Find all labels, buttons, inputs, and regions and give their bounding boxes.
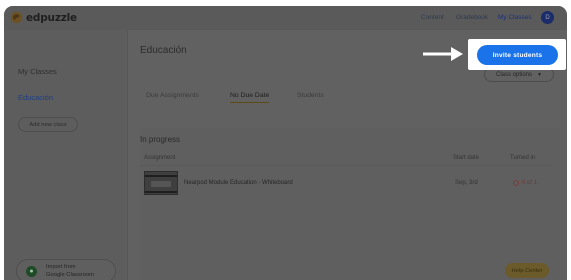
progress-ring-icon <box>513 180 519 186</box>
column-header-start-date: Start date <box>453 155 480 161</box>
tab-due-assignments[interactable]: Due Assignments <box>146 92 199 102</box>
column-header-turned-in: Turned in <box>510 155 536 161</box>
nav-content[interactable]: Content <box>421 14 444 21</box>
add-new-class-button[interactable]: Add new class <box>18 117 78 132</box>
nav-my-classes[interactable]: My Classes <box>498 14 532 21</box>
pointer-arrow-icon <box>423 47 463 61</box>
tab-no-due-date[interactable]: No Due Date <box>230 92 270 103</box>
help-center-button[interactable]: Help Center <box>505 263 549 278</box>
sidebar-item-educacion[interactable]: Educación <box>18 93 53 102</box>
import-label: Import from Google Classroom <box>46 263 94 279</box>
avatar[interactable]: D <box>541 11 554 24</box>
turned-in-value: 0 of 1 <box>513 180 537 186</box>
turned-in-count: 0 of 1 <box>522 180 538 186</box>
top-navigation: edpuzzle Content Gradebook My Classes D <box>4 6 567 30</box>
google-classroom-icon: ● <box>26 265 37 277</box>
chevron-down-icon: ▼ <box>537 71 542 78</box>
logo[interactable]: edpuzzle <box>10 11 77 24</box>
sidebar: My Classes Educación Add new class ● Imp… <box>4 30 128 280</box>
tab-students[interactable]: Students <box>297 92 324 102</box>
video-thumbnail[interactable] <box>144 171 178 195</box>
edpuzzle-logo-icon <box>10 11 23 24</box>
column-header-assignment: Assignment <box>144 155 176 161</box>
invite-students-button[interactable]: Invite students <box>477 45 558 65</box>
page-title: Educación <box>140 45 187 56</box>
table-row[interactable]: Nearpod Module Education - Whiteboard Se… <box>140 169 552 199</box>
class-options-label: Class options <box>496 71 533 78</box>
avatar-initial: D <box>545 14 550 21</box>
assignment-title[interactable]: Nearpod Module Education - Whiteboard <box>184 180 293 186</box>
import-line-2: Google Classroom <box>46 272 95 278</box>
assignments-card: In progress Assignment Start date Turned… <box>140 128 560 280</box>
import-google-classroom-button[interactable]: ● Import from Google Classroom <box>16 259 116 280</box>
nav-gradebook[interactable]: Gradebook <box>456 14 488 21</box>
sidebar-item-my-classes[interactable]: My Classes <box>18 67 57 76</box>
section-title: In progress <box>140 135 181 144</box>
logo-text: edpuzzle <box>26 11 77 24</box>
app-window: edpuzzle Content Gradebook My Classes D … <box>4 6 567 280</box>
start-date-value: Sep, 3rd <box>455 180 478 186</box>
import-line-1: Import from <box>46 264 76 270</box>
divider <box>140 165 552 166</box>
